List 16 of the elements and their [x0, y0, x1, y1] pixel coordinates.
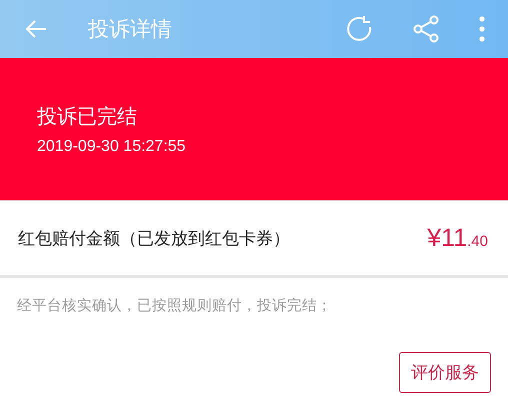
back-button[interactable] [24, 19, 48, 39]
status-text: 投诉已完结 [37, 102, 138, 130]
amount-decimal: .40 [467, 232, 488, 250]
rate-service-button[interactable]: 评价服务 [399, 352, 491, 393]
amount-integer: ¥11 [427, 224, 468, 252]
compensation-label: 红包赔付金额（已发放到红包卡券） [18, 228, 290, 250]
status-time: 2019-09-30 15:27:55 [37, 138, 187, 156]
share-icon [412, 15, 440, 43]
share-button[interactable] [412, 15, 440, 43]
page-title: 投诉详情 [88, 16, 173, 43]
result-note: 经平台核实确认，已按照规则赔付，投诉完结； [16, 296, 333, 316]
refresh-button[interactable] [344, 14, 374, 44]
more-icon [478, 16, 486, 42]
refresh-icon [344, 14, 374, 44]
back-icon [24, 19, 48, 39]
more-button[interactable] [478, 16, 486, 42]
